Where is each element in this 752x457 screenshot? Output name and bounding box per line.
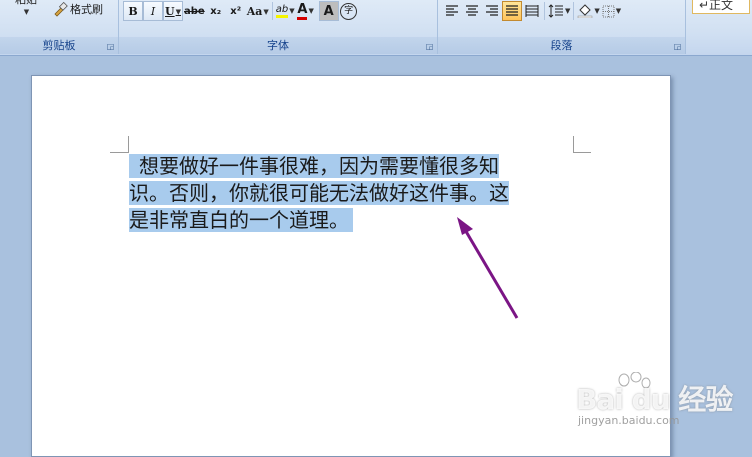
line-spacing-icon xyxy=(548,4,563,18)
chevron-down-icon: ▼ xyxy=(23,8,30,16)
format-painter-button[interactable]: 格式刷 xyxy=(52,0,103,18)
text-line[interactable]: 识。否则，你就很可能无法做好这件事。这 xyxy=(129,180,577,207)
document-paragraph[interactable]: 想要做好一件事很难，因为需要懂很多知 识。否则，你就很可能无法做好这件事。这 是… xyxy=(129,153,577,234)
chevron-down-icon[interactable]: ▼ xyxy=(289,7,294,15)
font-color-button[interactable]: A ▼ xyxy=(296,1,316,21)
justify-button[interactable] xyxy=(502,1,522,21)
strikethrough-button[interactable]: abe xyxy=(183,1,206,21)
paste-button[interactable]: 粘贴 ▼ xyxy=(6,0,46,26)
clipboard-group: 粘贴 ▼ 格式刷 剪贴板 ◲ xyxy=(0,0,119,54)
separator xyxy=(573,2,575,20)
paste-label: 粘贴 xyxy=(6,0,46,8)
chevron-down-icon[interactable]: ▼ xyxy=(616,7,621,15)
bold-button[interactable]: B xyxy=(123,1,143,21)
change-case-label: Aa xyxy=(246,4,263,18)
watermark-url: jingyan.baidu.com xyxy=(578,414,680,427)
enclose-characters-button[interactable]: 字 xyxy=(339,1,359,21)
dialog-launcher-icon[interactable]: ◲ xyxy=(425,42,434,51)
superscript-button[interactable]: x² xyxy=(226,1,246,21)
align-left-icon xyxy=(446,5,458,16)
chevron-down-icon[interactable]: ▼ xyxy=(263,7,268,16)
selected-text[interactable]: 想要做好一件事很难，因为需要懂很多知 xyxy=(129,154,499,178)
selected-text[interactable]: 是非常直白的一个道理。 xyxy=(129,208,353,232)
align-center-icon xyxy=(466,5,478,16)
crop-mark-top-left-h xyxy=(110,152,128,153)
paint-bucket-icon xyxy=(578,4,593,18)
underline-button[interactable]: U ▼ xyxy=(163,1,183,21)
chevron-down-icon[interactable]: ▼ xyxy=(565,7,570,15)
paragraph-group-label: 段落 xyxy=(438,37,685,54)
align-right-icon xyxy=(486,5,498,16)
styles-group: ↵正文 xyxy=(686,0,752,54)
brush-icon xyxy=(54,1,68,17)
dialog-launcher-icon[interactable]: ◲ xyxy=(106,42,115,51)
crop-mark-top-right-v xyxy=(573,136,574,153)
subscript-button[interactable]: x₂ xyxy=(206,1,226,21)
clipboard-group-label: 剪贴板 xyxy=(0,37,118,54)
chevron-down-icon[interactable]: ▼ xyxy=(594,7,599,15)
change-case-button[interactable]: Aa ▼ xyxy=(246,1,270,21)
text-line[interactable]: 想要做好一件事很难，因为需要懂很多知 xyxy=(129,153,577,180)
ribbon: 粘贴 ▼ 格式刷 剪贴板 ◲ B I U ▼ abe x₂ x² Aa xyxy=(0,0,752,56)
enclose-characters-icon: 字 xyxy=(340,2,358,20)
font-group: B I U ▼ abe x₂ x² Aa ▼ ab ▼ A ▼ A 字 字体 ◲ xyxy=(119,0,438,54)
crop-mark-top-left-v xyxy=(128,136,129,153)
underline-label: U xyxy=(165,4,175,18)
distributed-button[interactable] xyxy=(522,1,542,21)
paragraph-group: ▼ ▼ ▼ 段落 ◲ xyxy=(438,0,686,54)
text-line[interactable]: 是非常直白的一个道理。 xyxy=(129,207,577,234)
align-left-button[interactable] xyxy=(442,1,462,21)
baidu-watermark: Bai du 经验 jingyan.baidu.com xyxy=(574,372,744,432)
highlight-icon: ab xyxy=(275,4,289,18)
selected-text[interactable]: 识。否则，你就很可能无法做好这件事。这 xyxy=(129,181,509,205)
font-group-label: 字体 xyxy=(119,37,437,54)
chevron-down-icon[interactable]: ▼ xyxy=(176,7,181,16)
separator xyxy=(271,2,273,20)
character-shading-button[interactable]: A xyxy=(318,1,339,21)
border-icon xyxy=(602,5,615,17)
borders-button[interactable]: ▼ xyxy=(601,1,622,21)
dialog-launcher-icon[interactable]: ◲ xyxy=(673,42,682,51)
highlight-button[interactable]: ab ▼ xyxy=(275,1,296,21)
chevron-down-icon[interactable]: ▼ xyxy=(308,7,313,15)
font-color-icon: A xyxy=(297,2,308,20)
separator xyxy=(544,2,545,20)
align-center-button[interactable] xyxy=(462,1,482,21)
style-normal[interactable]: ↵正文 xyxy=(692,0,750,14)
watermark-brand: Bai du 经验 xyxy=(576,383,733,416)
shading-button[interactable]: ▼ xyxy=(576,1,600,21)
line-spacing-button[interactable]: ▼ xyxy=(547,1,571,21)
justify-icon xyxy=(506,5,518,16)
distributed-icon xyxy=(525,5,539,17)
format-painter-label: 格式刷 xyxy=(70,3,103,16)
style-normal-label: ↵正文 xyxy=(699,0,734,12)
align-right-button[interactable] xyxy=(482,1,502,21)
italic-button[interactable]: I xyxy=(143,1,163,21)
